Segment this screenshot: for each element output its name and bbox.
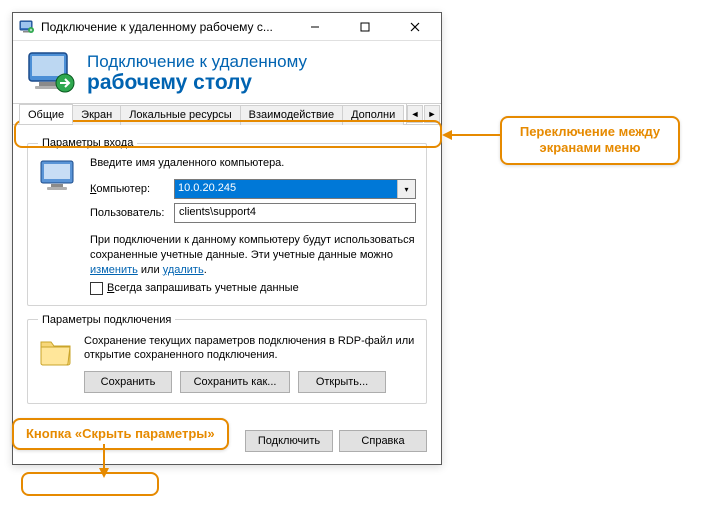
computer-label: Компьютер: — [90, 183, 168, 195]
always-ask-label: Всегда запрашивать учетные данные — [107, 282, 299, 294]
annotation-hide-highlight — [21, 472, 159, 496]
tab-scroll-right[interactable]: ► — [424, 105, 440, 123]
callout-tabs: Переключение между экранами меню — [500, 116, 680, 165]
close-icon — [410, 22, 420, 32]
minimize-button[interactable] — [293, 13, 337, 41]
delete-credentials-link[interactable]: удалить — [163, 264, 204, 276]
connection-legend: Параметры подключения — [38, 314, 175, 326]
callout-hide-button: Кнопка «Скрыть параметры» — [12, 418, 229, 450]
login-legend: Параметры входа — [38, 137, 137, 149]
tabs-row: Общие Экран Локальные ресурсы Взаимодейс… — [13, 103, 441, 125]
maximize-button[interactable] — [343, 13, 387, 41]
save-as-button[interactable]: Сохранить как... — [180, 371, 290, 393]
user-field[interactable]: clients\support4 — [174, 203, 416, 223]
rdp-logo-icon — [27, 51, 75, 95]
header-line1: Подключение к удаленному — [87, 52, 307, 72]
folder-icon — [38, 334, 74, 368]
close-button[interactable] — [393, 13, 437, 41]
header-line2: рабочему столу — [87, 72, 307, 94]
edit-credentials-link[interactable]: изменить — [90, 264, 138, 276]
tab-experience[interactable]: Взаимодействие — [240, 105, 343, 125]
credentials-note: При подключении к данному компьютеру буд… — [90, 233, 416, 278]
login-prompt: Введите имя удаленного компьютера. — [90, 157, 416, 169]
save-button[interactable]: Сохранить — [84, 371, 172, 393]
connection-group: Параметры подключения Сохранение текущих… — [27, 314, 427, 405]
connection-text: Сохранение текущих параметров подключени… — [84, 334, 416, 364]
monitor-icon — [38, 157, 80, 199]
tab-display[interactable]: Экран — [72, 105, 121, 125]
login-group: Параметры входа Введите имя удаленного к… — [27, 137, 427, 306]
tab-local-resources[interactable]: Локальные ресурсы — [120, 105, 240, 125]
tab-general[interactable]: Общие — [19, 104, 73, 124]
always-ask-checkbox[interactable] — [90, 282, 103, 295]
minimize-icon — [310, 22, 320, 32]
tab-advanced[interactable]: Дополни — [342, 105, 404, 125]
computer-value: 10.0.20.245 — [175, 180, 397, 198]
computer-combo[interactable]: 10.0.20.245 ▾ — [174, 179, 416, 199]
help-button[interactable]: Справка — [339, 430, 427, 452]
chevron-down-icon[interactable]: ▾ — [397, 180, 415, 198]
connect-button[interactable]: Подключить — [245, 430, 333, 452]
tab-scroll-left[interactable]: ◄ — [407, 105, 423, 123]
app-icon — [19, 19, 35, 35]
user-label: Пользователь: — [90, 207, 168, 219]
maximize-icon — [360, 22, 370, 32]
open-button[interactable]: Открыть... — [298, 371, 386, 393]
window-title: Подключение к удаленному рабочему с... — [41, 20, 287, 34]
